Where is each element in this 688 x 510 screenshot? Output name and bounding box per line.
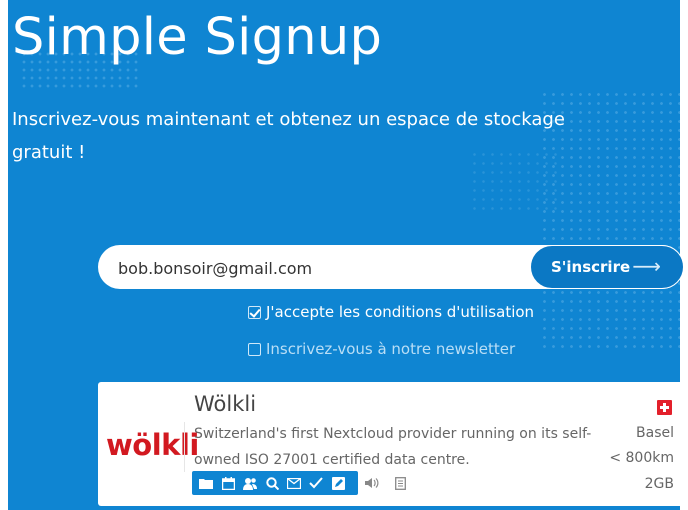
newsletter-checkbox-row[interactable]: Inscrivez-vous à notre newsletter: [248, 340, 515, 358]
provider-storage: 2GB: [644, 476, 674, 492]
newsletter-label: Inscrivez-vous à notre newsletter: [266, 340, 516, 358]
page-subtitle: Inscrivez-vous maintenant et obtenez un …: [12, 109, 565, 163]
contacts-icon: [242, 475, 258, 491]
page-title: Simple Signup: [12, 8, 383, 67]
terms-label: J'accepte les conditions d'utilisation: [266, 303, 535, 321]
search-icon: [264, 475, 280, 491]
notes-icon: [330, 475, 346, 491]
provider-description: Switzerland's first Nextcloud provider r…: [194, 426, 592, 468]
email-field[interactable]: [116, 245, 520, 291]
feature-icons: [192, 471, 414, 495]
arrow-right-icon: ⟶: [632, 254, 661, 278]
newsletter-checkbox[interactable]: [248, 342, 261, 356]
provider-card[interactable]: wölkli Wölkli Switzerland's first Nextcl…: [98, 382, 684, 506]
document-icon: [392, 475, 408, 491]
folder-icon: [198, 475, 214, 491]
provider-name: Wölkli: [194, 392, 257, 416]
provider-distance: < 800km: [609, 450, 674, 466]
calendar-icon: [220, 475, 236, 491]
switzerland-flag-icon: [657, 400, 672, 415]
provider-location: Basel: [636, 425, 674, 441]
terms-checkbox-row[interactable]: J'accepte les conditions d'utilisation: [248, 303, 534, 321]
mail-icon: [286, 475, 302, 491]
check-icon: [308, 475, 324, 491]
enabled-features: [192, 471, 358, 495]
terms-checkbox[interactable]: [248, 305, 261, 319]
logo-divider: [184, 422, 185, 472]
signup-form: S'inscrire ⟶: [98, 245, 684, 291]
signup-button[interactable]: S'inscrire ⟶: [530, 245, 684, 289]
signup-button-label: S'inscrire: [551, 258, 631, 276]
frame-edge-left: [0, 0, 8, 510]
audio-icon: [364, 475, 380, 491]
